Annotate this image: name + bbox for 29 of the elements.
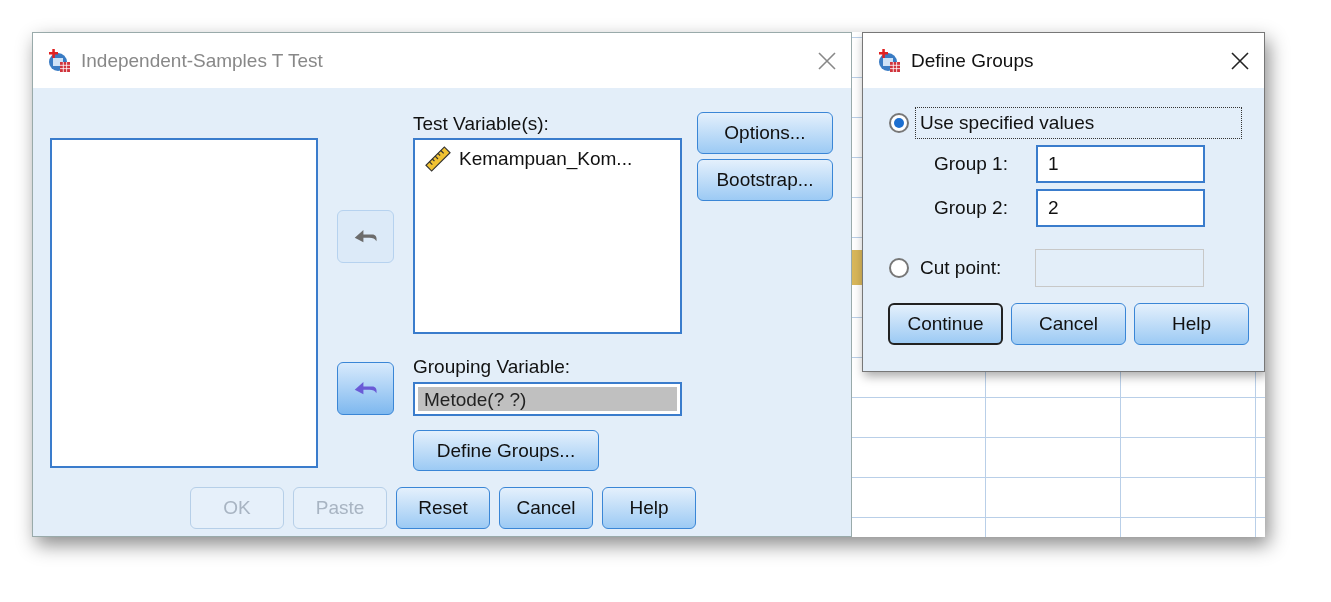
dialog-button[interactable]: Cancel [499, 487, 593, 529]
variable-item[interactable]: Kemampuan_Kom... [459, 148, 633, 170]
test-variables-list[interactable]: Kemampuan_Kom... [413, 138, 682, 334]
test-variables-label: Test Variable(s): [413, 113, 550, 135]
window-title: Define Groups [911, 49, 1035, 72]
radio-button[interactable] [889, 113, 909, 133]
group-value-field[interactable]: 1 [1036, 145, 1205, 183]
app-icon [47, 48, 71, 73]
option-label[interactable]: Cut point: [915, 252, 1007, 284]
window-title: Independent-Samples T Test [81, 49, 324, 72]
dialog-button[interactable]: Reset [396, 487, 490, 529]
grouping-variable-field[interactable]: Metode(? ?) [413, 382, 682, 416]
side-button[interactable]: Bootstrap... [697, 159, 833, 201]
group-label: Group 2: [933, 197, 1009, 219]
define-groups-button[interactable]: Define Groups... [413, 430, 599, 471]
radio-button[interactable] [889, 258, 909, 278]
move-arrow-button[interactable] [337, 362, 394, 415]
source-variable-list[interactable] [50, 138, 318, 468]
dialog-button[interactable]: Help [602, 487, 696, 529]
dialog-button[interactable]: Continue [888, 303, 1003, 345]
app-icon [877, 48, 901, 73]
grouping-variable-label: Grouping Variable: [413, 356, 572, 378]
group-value-field[interactable]: 2 [1036, 189, 1205, 227]
side-button[interactable]: Options... [697, 112, 833, 154]
option-label[interactable]: Use specified values [915, 107, 1242, 139]
dialog-button[interactable]: Cancel [1011, 303, 1126, 345]
dialog-button[interactable]: Help [1134, 303, 1249, 345]
close-icon[interactable] [1230, 50, 1250, 71]
group-label: Group 1: [933, 153, 1009, 175]
